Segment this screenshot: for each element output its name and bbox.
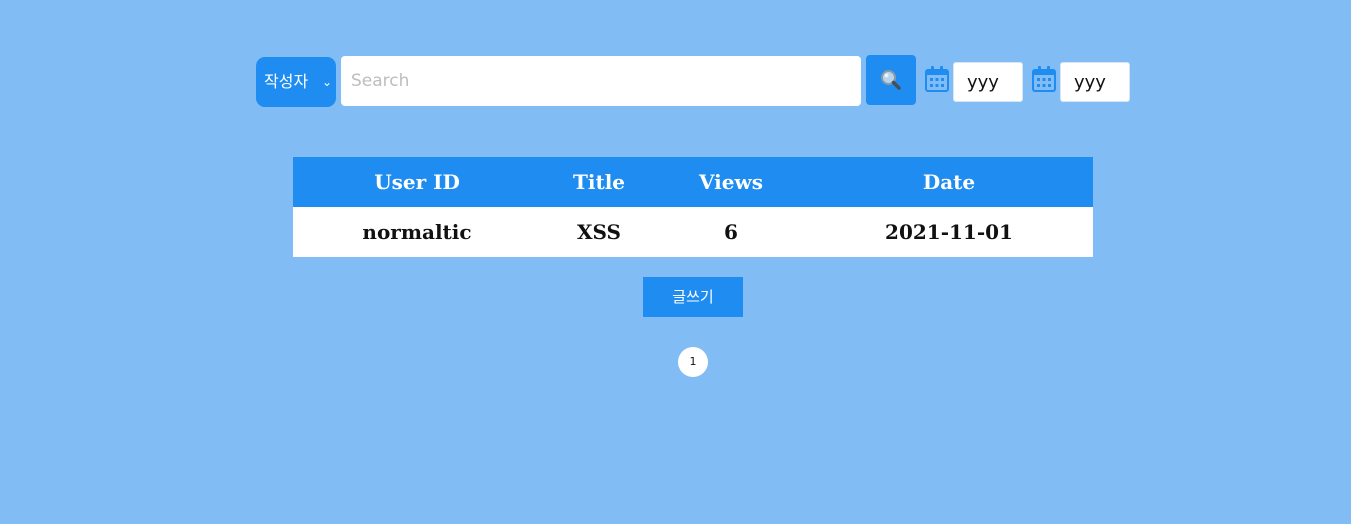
column-header-date: Date (805, 157, 1093, 207)
chevron-down-icon: ⌄ (321, 75, 332, 89)
search-field-select-value: 작성자 (264, 72, 309, 91)
column-header-title: Title (541, 157, 657, 207)
date-from-input[interactable]: yyy (953, 62, 1023, 102)
cell-user-id: normaltic (293, 207, 541, 257)
search-button[interactable] (866, 55, 916, 105)
column-header-views: Views (657, 157, 805, 207)
cell-date: 2021-11-01 (805, 207, 1093, 257)
pagination-page-1[interactable]: 1 (678, 347, 708, 377)
column-header-user-id: User ID (293, 157, 541, 207)
date-to-input[interactable]: yyy (1060, 62, 1130, 102)
calendar-icon[interactable] (1032, 66, 1056, 92)
cell-views: 6 (657, 207, 805, 257)
write-post-button[interactable]: 글쓰기 (643, 277, 743, 317)
calendar-icon[interactable] (925, 66, 949, 92)
table-header-row: User ID Title Views Date (293, 157, 1093, 207)
search-input[interactable] (341, 56, 861, 106)
board-table: User ID Title Views Date normaltic XSS 6… (293, 157, 1093, 257)
table-row[interactable]: normaltic XSS 6 2021-11-01 (293, 207, 1093, 257)
cell-title[interactable]: XSS (541, 207, 657, 257)
search-bar: 작성자 ⌄ yyy yyy (256, 55, 1136, 107)
search-icon (881, 70, 901, 90)
search-field-select[interactable]: 작성자 ⌄ (256, 57, 336, 107)
